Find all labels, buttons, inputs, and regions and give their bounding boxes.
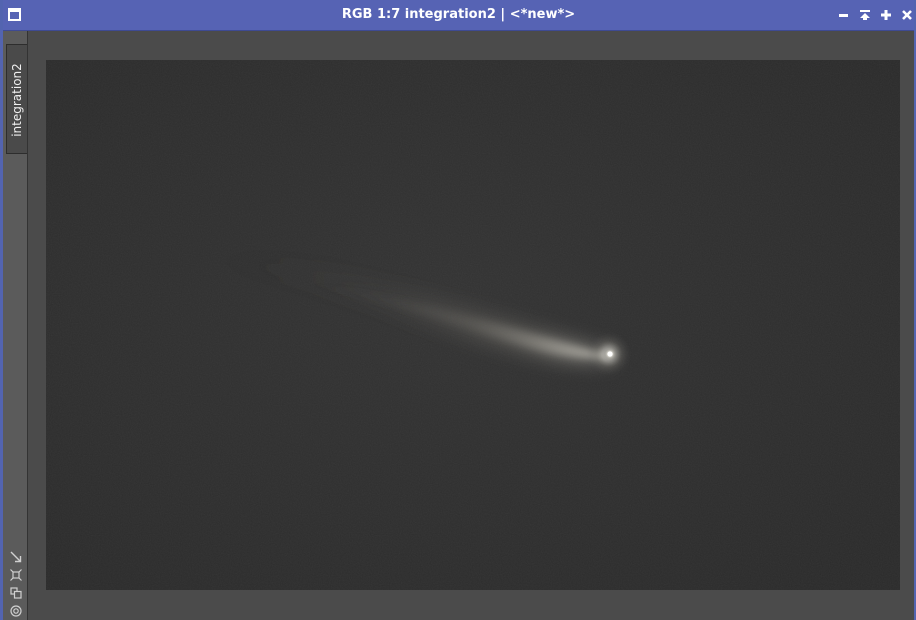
view-workspace (28, 31, 914, 620)
view-id-label: integration2 (10, 63, 24, 137)
fit-view-icon[interactable] (10, 569, 22, 581)
close-icon[interactable] (901, 9, 913, 21)
window-title: RGB 1:7 integration2 | <*new*> (341, 7, 576, 22)
shade-icon[interactable] (859, 9, 871, 21)
minimize-icon[interactable] (838, 9, 850, 21)
window-title-bar[interactable]: RGB 1:7 integration2 | <*new*> (3, 0, 914, 31)
view-side-strip: integration2 (3, 31, 28, 620)
maximize-icon[interactable] (880, 9, 892, 21)
image-canvas[interactable] (46, 60, 900, 590)
view-id-tab[interactable]: integration2 (6, 44, 27, 154)
zoom-fit-icon[interactable] (10, 551, 22, 563)
comet-image (46, 60, 900, 590)
clone-icon[interactable] (10, 587, 22, 599)
target-icon[interactable] (10, 605, 22, 617)
image-window: RGB 1:7 integration2 | <*new*> integrati… (0, 0, 916, 620)
